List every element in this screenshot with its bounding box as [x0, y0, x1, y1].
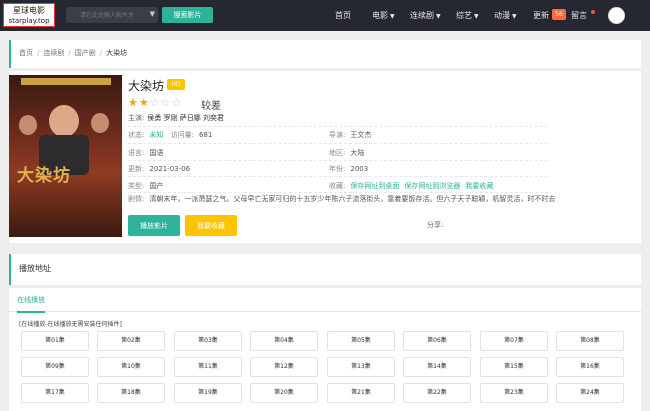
- episode-panel: 在线播放 [在线播放-在线播放无需安装任何插件] 第01集 第02集 第03集 第04…: [9, 288, 641, 411]
- language-row: 语言: 国语: [128, 149, 164, 157]
- episode-button[interactable]: 第19集: [174, 383, 242, 403]
- chevron-down-icon: ▼: [390, 13, 395, 20]
- episode-button[interactable]: 第02集: [97, 331, 165, 351]
- chevron-down-icon: ▼: [474, 13, 479, 20]
- collect-row: 收藏: 保存网址到桌面 保存网址到浏览器 我要收藏: [329, 182, 494, 190]
- site-domain: starplay.top: [8, 17, 50, 25]
- updated-row: 更新: 2021-03-06: [128, 165, 191, 173]
- star-outline-icon: ☆: [149, 96, 161, 109]
- notification-dot: [591, 10, 595, 14]
- episode-button[interactable]: 第24集: [556, 383, 624, 403]
- synopsis-text: 清朝末年，一派萧瑟之气。父母早亡无家可归的十五岁少年陈六子流落街头，靠着要饭存活…: [149, 195, 556, 203]
- episode-button[interactable]: 第13集: [327, 357, 395, 377]
- nav-item-home[interactable]: 首页: [335, 0, 351, 31]
- episode-button[interactable]: 第20集: [250, 383, 318, 403]
- region-value: 大陆: [350, 149, 365, 157]
- episode-button[interactable]: 第15集: [480, 357, 548, 377]
- episode-button[interactable]: 第14集: [403, 357, 471, 377]
- cast-names[interactable]: 侯勇 罗刚 萨日娜 刘奕君: [147, 114, 224, 122]
- star-outline-icon: ☆: [160, 96, 172, 109]
- save-desktop-link[interactable]: 保存网址到桌面: [350, 182, 399, 190]
- nav-item-variety[interactable]: 综艺 ▼: [456, 0, 479, 31]
- updated-value: 2021-03-06: [149, 165, 191, 173]
- type-row: 类型: 国产: [128, 182, 164, 190]
- source-tabs: 在线播放: [9, 288, 641, 313]
- language-value: 国语: [149, 149, 164, 157]
- episode-button[interactable]: 第01集: [21, 331, 89, 351]
- episode-button[interactable]: 第04集: [250, 331, 318, 351]
- year-value: 2003: [350, 165, 369, 173]
- breadcrumb: 首页 / 连续剧 / 国产剧 / 大染坊: [9, 40, 641, 68]
- nav-item-series[interactable]: 连续剧 ▼: [410, 0, 441, 31]
- quality-badge: HD: [167, 79, 185, 90]
- top-navbar: 星球电影 starplay.top ▼ 搜索影片 首页 电影▼ 连续剧▼ 综艺▼…: [0, 0, 650, 31]
- favorite-button[interactable]: 我要收藏: [185, 215, 237, 236]
- poster-title: 大染坊: [17, 166, 71, 186]
- collect-link[interactable]: 我要收藏: [465, 182, 493, 190]
- breadcrumb-home[interactable]: 首页: [19, 49, 33, 57]
- episode-button[interactable]: 第16集: [556, 357, 624, 377]
- star-rating[interactable]: ★★☆☆☆: [128, 96, 182, 109]
- episode-button[interactable]: 第23集: [480, 383, 548, 403]
- share-label: 分享:: [427, 221, 444, 229]
- avatar[interactable]: [608, 7, 625, 24]
- episode-button[interactable]: 第22集: [403, 383, 471, 403]
- nav-item-updates[interactable]: 更新: [533, 0, 549, 31]
- episode-button[interactable]: 第18集: [97, 383, 165, 403]
- episode-button[interactable]: 第21集: [327, 383, 395, 403]
- star-icon: ★: [128, 96, 139, 109]
- chevron-down-icon[interactable]: ▼: [150, 10, 155, 18]
- episode-button[interactable]: 第09集: [21, 357, 89, 377]
- site-logo[interactable]: 星球电影 starplay.top: [3, 3, 55, 27]
- episode-button[interactable]: 第11集: [174, 357, 242, 377]
- rating-text: 较差: [201, 101, 221, 112]
- breadcrumb-domestic[interactable]: 国产剧: [75, 49, 96, 57]
- type-value[interactable]: 国产: [149, 182, 163, 190]
- nav-item-movies[interactable]: 电影 ▼: [372, 0, 395, 31]
- poster-image[interactable]: 大染坊: [9, 75, 122, 237]
- episode-button[interactable]: 第03集: [174, 331, 242, 351]
- episode-button[interactable]: 第05集: [327, 331, 395, 351]
- play-section-title: 播放地址: [19, 264, 51, 273]
- star-outline-icon: ☆: [171, 96, 183, 109]
- play-section-header: 播放地址: [9, 254, 641, 285]
- chevron-down-icon: ▼: [436, 13, 441, 20]
- save-browser-link[interactable]: 保存网址到浏览器: [404, 182, 460, 190]
- director-row: 导演: 王文杰: [329, 131, 372, 139]
- source-note: [在线播放-在线播放无需安装任何插件]: [19, 321, 122, 328]
- synopsis-row: 剧情: 清朝末年，一派萧瑟之气。父母早亡无家可归的十五岁少年陈六子流落街头，靠着要…: [128, 195, 556, 203]
- search-input[interactable]: [66, 7, 146, 23]
- episode-button[interactable]: 第08集: [556, 331, 624, 351]
- play-button[interactable]: 播放影片: [128, 215, 180, 236]
- year-row: 年份: 2003: [329, 165, 369, 173]
- views-value: 681: [198, 131, 213, 139]
- video-title: 大染坊: [128, 79, 165, 93]
- status-value: 未知: [149, 131, 164, 139]
- video-detail-panel: 大染坊 大染坊 HD ★★☆☆☆ 较差 主演: 侯勇 罗刚 萨日娜 刘奕君 状态:…: [9, 71, 641, 243]
- episode-button[interactable]: 第12集: [250, 357, 318, 377]
- chevron-down-icon: ▼: [512, 13, 517, 20]
- site-name: 星球电影: [13, 6, 45, 15]
- region-row: 地区: 大陆: [329, 149, 365, 157]
- search-button[interactable]: 搜索影片: [162, 7, 213, 23]
- episode-button[interactable]: 第06集: [403, 331, 471, 351]
- update-count-badge: 56: [552, 9, 566, 20]
- nav-item-anime[interactable]: 动漫 ▼: [494, 0, 517, 31]
- director-value[interactable]: 王文杰: [350, 131, 371, 139]
- tab-online-play[interactable]: 在线播放: [17, 295, 45, 313]
- episode-button[interactable]: 第07集: [480, 331, 548, 351]
- breadcrumb-current: 大染坊: [106, 49, 128, 57]
- episode-button[interactable]: 第17集: [21, 383, 89, 403]
- search-box: ▼: [66, 7, 158, 23]
- breadcrumb-trail: 首页 / 连续剧 / 国产剧 / 大染坊: [19, 49, 128, 57]
- nav-item-message[interactable]: 留言: [571, 0, 587, 31]
- cast-row: 主演: 侯勇 罗刚 萨日娜 刘奕君: [128, 114, 225, 122]
- star-icon: ★: [138, 96, 150, 109]
- breadcrumb-series[interactable]: 连续剧: [43, 49, 64, 57]
- episode-button[interactable]: 第10集: [97, 357, 165, 377]
- status-row: 状态: 未知 访问量: 681: [128, 131, 213, 139]
